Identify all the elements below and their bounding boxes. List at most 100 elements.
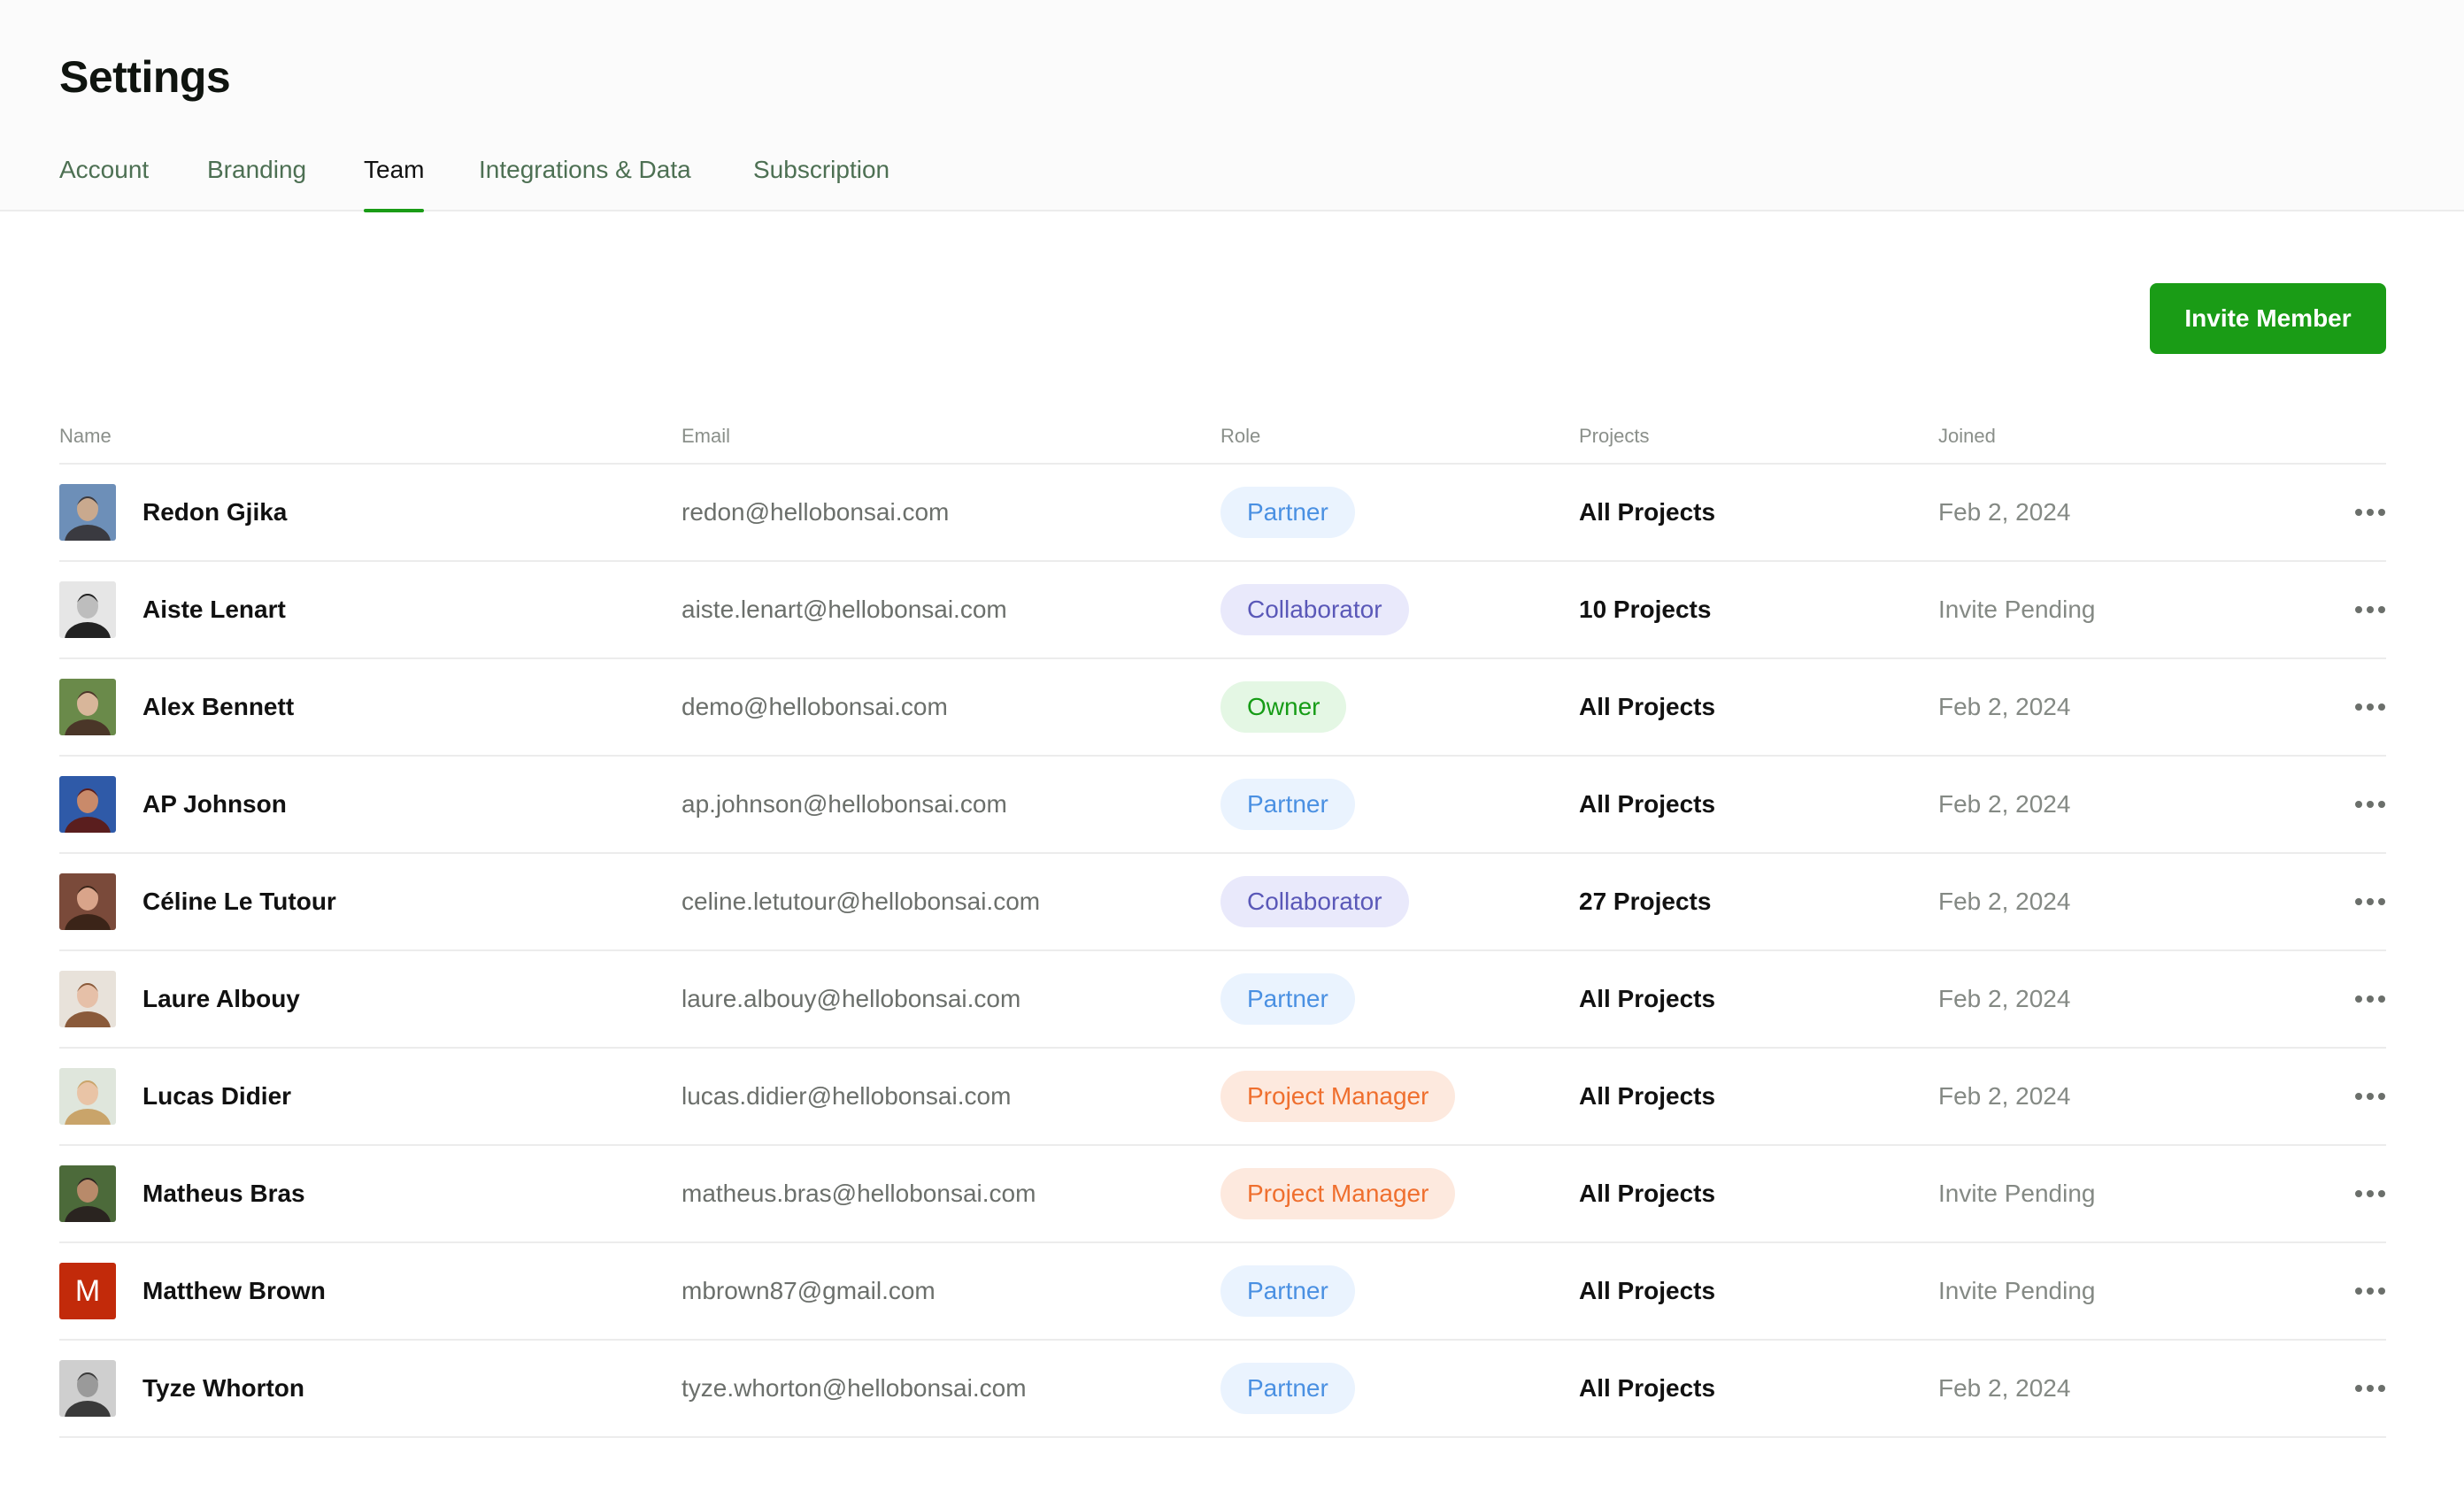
avatar-photo-icon [59, 873, 116, 930]
table-row[interactable]: M Matthew Brown mbrown87@gmail.com Partner A… [59, 1243, 2386, 1341]
joined-value: Feb 2, 2024 [1938, 888, 2071, 915]
projects-value: 27 Projects [1579, 888, 1712, 915]
table-row[interactable]: Tyze Whorton tyze.whorton@hellobonsai.com… [59, 1341, 2386, 1438]
table-row[interactable]: Alex Bennett demo@hellobonsai.com Owner All… [59, 659, 2386, 757]
member-email: ap.johnson@hellobonsai.com [681, 790, 1007, 818]
more-horizontal-icon [2355, 606, 2385, 613]
joined-value: Feb 2, 2024 [1938, 790, 2071, 818]
table-row[interactable]: AP Johnson ap.johnson@hellobonsai.com Part… [59, 757, 2386, 854]
tab-account[interactable]: Account [59, 156, 149, 211]
joined-value: Feb 2, 2024 [1938, 498, 2071, 526]
more-horizontal-icon [2355, 898, 2385, 905]
role-badge: Project Manager [1220, 1071, 1456, 1122]
member-name: AP Johnson [142, 790, 287, 818]
role-badge: Partner [1220, 487, 1355, 538]
joined-value: Invite Pending [1938, 596, 2096, 623]
name-cell: AP Johnson [59, 757, 287, 852]
avatar-photo-icon [59, 581, 116, 638]
settings-tabs: Account Branding Team Integrations & Dat… [0, 156, 2464, 212]
role-badge: Project Manager [1220, 1168, 1456, 1219]
settings-header: Settings Account Branding Team Integrati… [0, 0, 2464, 212]
member-name: Alex Bennett [142, 693, 295, 720]
table-body: Redon Gjika redon@hellobonsai.com Partner A… [59, 465, 2386, 1438]
member-name: Matthew Brown [142, 1277, 326, 1304]
member-name: Céline Le Tutour [142, 888, 336, 915]
member-email: lucas.didier@hellobonsai.com [681, 1082, 1012, 1110]
joined-value: Feb 2, 2024 [1938, 985, 2071, 1012]
avatar [59, 581, 116, 638]
avatar [59, 873, 116, 930]
avatar-photo-icon [59, 484, 116, 541]
more-horizontal-icon [2355, 1288, 2385, 1295]
joined-value: Invite Pending [1938, 1277, 2096, 1304]
avatar [59, 484, 116, 541]
row-menu-button[interactable] [2354, 951, 2386, 1047]
member-name: Redon Gjika [142, 498, 288, 526]
invite-member-button[interactable]: Invite Member [2150, 283, 2386, 354]
name-cell: Lucas Didier [59, 1049, 291, 1144]
row-menu-button[interactable] [2354, 659, 2386, 755]
avatar [59, 1068, 116, 1125]
table-row[interactable]: Matheus Bras matheus.bras@hellobonsai.com… [59, 1146, 2386, 1243]
avatar-photo-icon [59, 776, 116, 833]
joined-value: Feb 2, 2024 [1938, 1082, 2071, 1110]
role-badge: Owner [1220, 681, 1347, 733]
tab-branding[interactable]: Branding [207, 156, 306, 211]
role-badge: Partner [1220, 1363, 1355, 1414]
table-row[interactable]: Céline Le Tutour celine.letutour@hellobon… [59, 854, 2386, 951]
column-header-projects: Projects [1579, 425, 1650, 447]
member-email: aiste.lenart@hellobonsai.com [681, 596, 1007, 623]
table-row[interactable]: Lucas Didier lucas.didier@hellobonsai.com… [59, 1049, 2386, 1146]
table-row[interactable]: Redon Gjika redon@hellobonsai.com Partner A… [59, 465, 2386, 562]
member-name: Laure Albouy [142, 985, 300, 1012]
avatar [59, 679, 116, 735]
table-row[interactable]: Laure Albouy laure.albouy@hellobonsai.com… [59, 951, 2386, 1049]
page-title: Settings [59, 52, 231, 102]
more-horizontal-icon [2355, 1093, 2385, 1100]
role-badge: Collaborator [1220, 584, 1409, 635]
name-cell: Matheus Bras [59, 1146, 305, 1241]
projects-value: All Projects [1579, 985, 1716, 1012]
joined-value: Feb 2, 2024 [1938, 1374, 2071, 1402]
avatar-photo-icon [59, 971, 116, 1027]
avatar-photo-icon [59, 1068, 116, 1125]
row-menu-button[interactable] [2354, 465, 2386, 560]
role-badge: Partner [1220, 779, 1355, 830]
avatar-initial: M [59, 1263, 116, 1319]
tab-integrations-data[interactable]: Integrations & Data [479, 156, 691, 211]
table-row[interactable]: Aiste Lenart aiste.lenart@hellobonsai.com… [59, 562, 2386, 659]
projects-value: All Projects [1579, 1277, 1716, 1304]
column-header-email: Email [681, 425, 731, 447]
projects-value: All Projects [1579, 693, 1716, 720]
joined-value: Feb 2, 2024 [1938, 693, 2071, 720]
tab-team[interactable]: Team [364, 156, 425, 212]
row-menu-button[interactable] [2354, 562, 2386, 657]
row-menu-button[interactable] [2354, 1049, 2386, 1144]
avatar [59, 1360, 116, 1417]
row-menu-button[interactable] [2354, 1341, 2386, 1436]
role-badge: Collaborator [1220, 876, 1409, 927]
column-header-name: Name [59, 425, 112, 447]
avatar-photo-icon [59, 679, 116, 735]
name-cell: Laure Albouy [59, 951, 300, 1047]
name-cell: Alex Bennett [59, 659, 294, 755]
projects-value: All Projects [1579, 1374, 1716, 1402]
member-email: matheus.bras@hellobonsai.com [681, 1180, 1036, 1207]
tab-subscription[interactable]: Subscription [753, 156, 889, 211]
projects-value: All Projects [1579, 498, 1716, 526]
table-header: Name Email Role Projects Joined [59, 416, 2386, 465]
more-horizontal-icon [2355, 995, 2385, 1003]
name-cell: Tyze Whorton [59, 1341, 304, 1436]
member-email: celine.letutour@hellobonsai.com [681, 888, 1041, 915]
row-menu-button[interactable] [2354, 1243, 2386, 1339]
row-menu-button[interactable] [2354, 1146, 2386, 1241]
column-header-role: Role [1220, 425, 1261, 447]
row-menu-button[interactable] [2354, 757, 2386, 852]
projects-value: All Projects [1579, 1082, 1716, 1110]
team-table: Name Email Role Projects Joined Redon Gj… [59, 416, 2386, 1438]
name-cell: Redon Gjika [59, 465, 287, 560]
more-horizontal-icon [2355, 703, 2385, 711]
name-cell: Céline Le Tutour [59, 854, 336, 949]
row-menu-button[interactable] [2354, 854, 2386, 949]
column-header-joined: Joined [1938, 425, 1996, 447]
